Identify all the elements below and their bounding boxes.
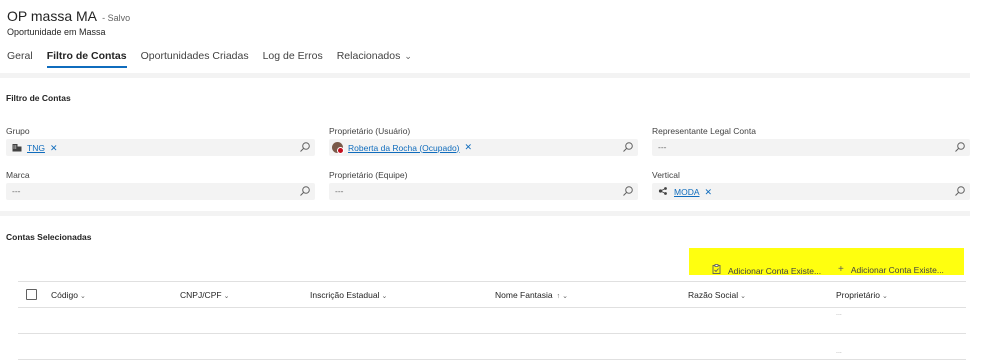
search-icon[interactable] bbox=[622, 185, 634, 197]
vertical-entity-icon bbox=[658, 186, 668, 198]
table-row-proprietario: ... bbox=[836, 310, 842, 317]
grupo-tag[interactable]: TNG bbox=[27, 143, 45, 153]
remove-grupo-icon[interactable]: ✕ bbox=[50, 143, 58, 154]
proprietario-equipe-label: Proprietário (Equipe) bbox=[329, 170, 408, 180]
chevron-down-icon: ⌄ bbox=[881, 293, 888, 300]
section-separator bbox=[0, 73, 970, 78]
plus-icon: + bbox=[838, 264, 844, 275]
saved-status: - Salvo bbox=[102, 13, 131, 23]
table-row-divider bbox=[18, 333, 966, 334]
clipboard-icon bbox=[712, 264, 721, 277]
tab-filtro-de-contas[interactable]: Filtro de Contas bbox=[46, 50, 127, 68]
proprietario-equipe-lookup-field[interactable]: --- bbox=[329, 183, 638, 200]
search-icon[interactable] bbox=[954, 185, 966, 197]
grupo-lookup-field[interactable]: TNG ✕ bbox=[6, 139, 315, 156]
vertical-label: Vertical bbox=[652, 170, 680, 180]
chevron-down-icon: ⌄ bbox=[223, 293, 230, 300]
search-icon[interactable] bbox=[954, 141, 966, 153]
marca-lookup-field[interactable]: --- bbox=[6, 183, 315, 200]
grid-top-divider bbox=[18, 281, 966, 282]
tab-relacionados-label: Relacionados bbox=[336, 50, 401, 62]
marca-value: --- bbox=[12, 186, 21, 196]
tab-oportunidades-criadas[interactable]: Oportunidades Criadas bbox=[141, 50, 249, 68]
remove-proprietario-icon[interactable]: ✕ bbox=[465, 142, 473, 153]
add-existing-account-button[interactable]: Adicionar Conta Existe... bbox=[712, 264, 821, 277]
representante-value: --- bbox=[658, 142, 667, 152]
chevron-down-icon: ⌄ bbox=[740, 293, 746, 300]
section-separator bbox=[0, 211, 970, 216]
search-icon[interactable] bbox=[622, 141, 634, 153]
building-icon bbox=[12, 142, 22, 154]
select-all-checkbox[interactable] bbox=[26, 289, 37, 300]
column-header-proprietario[interactable]: Proprietário ⌄ bbox=[836, 290, 888, 300]
chevron-down-icon: ⌄ bbox=[381, 293, 388, 300]
add-existing-account-plus-label: Adicionar Conta Existe... bbox=[850, 264, 944, 275]
grid-header-divider bbox=[18, 307, 966, 308]
column-header-nome-fantasia[interactable]: Nome Fantasia ↑ ⌄ bbox=[495, 290, 568, 300]
sort-ascending-icon: ↑ bbox=[556, 293, 561, 300]
column-header-cnpj[interactable]: CNPJ/CPF ⌄ bbox=[180, 290, 229, 300]
grupo-label: Grupo bbox=[6, 126, 30, 136]
search-icon[interactable] bbox=[299, 185, 311, 197]
proprietario-usuario-lookup-field[interactable]: Roberta da Rocha (Ocupado) ✕ bbox=[329, 139, 638, 156]
search-icon[interactable] bbox=[299, 141, 311, 153]
remove-vertical-icon[interactable]: ✕ bbox=[705, 187, 713, 198]
column-header-inscricao[interactable]: Inscrição Estadual ⌄ bbox=[310, 290, 387, 300]
record-title: OP massa MA - Salvo bbox=[7, 8, 130, 24]
vertical-lookup-field[interactable]: MODA ✕ bbox=[652, 183, 970, 200]
entity-subtitle: Oportunidade em Massa bbox=[7, 27, 106, 37]
vertical-tag[interactable]: MODA bbox=[674, 187, 700, 197]
column-header-codigo[interactable]: Código ⌄ bbox=[51, 290, 86, 300]
column-header-razao-social[interactable]: Razão Social ⌄ bbox=[688, 290, 746, 300]
proprietario-usuario-label: Proprietário (Usuário) bbox=[329, 126, 411, 136]
tab-relacionados[interactable]: Relacionados ⌄ bbox=[337, 50, 412, 68]
add-existing-account-plus-button[interactable]: + Adicionar Conta Existe... bbox=[838, 264, 944, 275]
tab-log-de-erros[interactable]: Log de Erros bbox=[263, 50, 323, 68]
chevron-down-icon: ⌄ bbox=[404, 51, 412, 61]
accounts-section-title: Contas Selecionadas bbox=[6, 232, 92, 242]
proprietario-equipe-value: --- bbox=[335, 186, 344, 196]
table-row-proprietario: ... bbox=[836, 348, 842, 355]
representante-lookup-field[interactable]: --- bbox=[652, 139, 970, 156]
avatar bbox=[332, 142, 344, 154]
representante-label: Representante Legal Conta bbox=[652, 126, 756, 136]
chevron-down-icon: ⌄ bbox=[79, 293, 86, 300]
filter-section-title: Filtro de Contas bbox=[6, 93, 71, 103]
marca-label: Marca bbox=[6, 170, 30, 180]
add-existing-account-label: Adicionar Conta Existe... bbox=[728, 265, 822, 276]
tab-geral[interactable]: Geral bbox=[7, 50, 33, 68]
proprietario-usuario-tag[interactable]: Roberta da Rocha (Ocupado) bbox=[348, 143, 460, 153]
chevron-down-icon: ⌄ bbox=[562, 293, 569, 300]
table-row-divider bbox=[18, 359, 966, 360]
record-title-text: OP massa MA bbox=[7, 8, 97, 24]
tab-bar: Geral Filtro de Contas Oportunidades Cri… bbox=[7, 50, 426, 68]
